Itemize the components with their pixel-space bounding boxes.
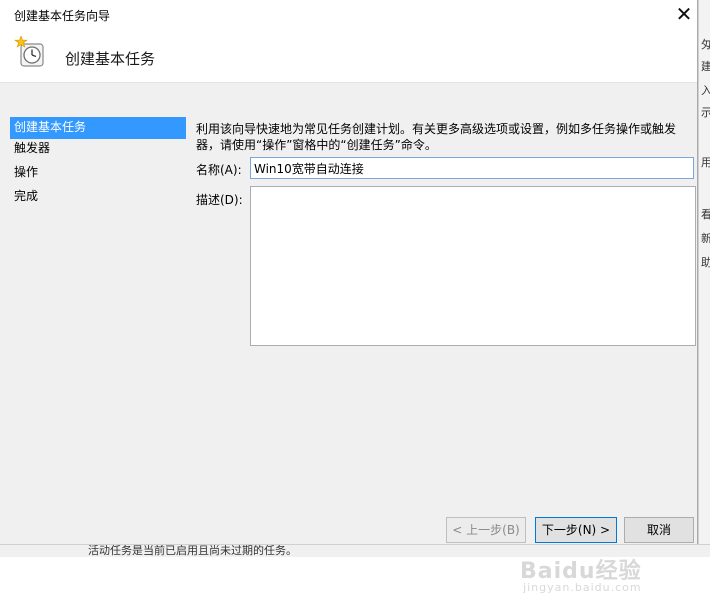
wizard-intro: 利用该向导快速地为常见任务创建计划。有关更多高级选项或设置，例如多任务操作或触发… bbox=[196, 121, 696, 153]
bg-fragment: 助 bbox=[701, 254, 710, 270]
task-clock-icon bbox=[14, 36, 44, 67]
baidu-watermark: Baidu经验 jingyan.baidu.com bbox=[520, 553, 642, 594]
bg-fragment: 匁 bbox=[701, 36, 710, 52]
wizard-content: 创建基本任务 触发器 操作 完成 利用该向导快速地为常见任务创建计划。有关更多高… bbox=[0, 82, 697, 594]
steps-pane: 创建基本任务 触发器 操作 完成 bbox=[0, 83, 186, 544]
cancel-button[interactable]: 取消 bbox=[624, 517, 694, 543]
close-icon[interactable]: ✕ bbox=[672, 3, 696, 27]
background-window-edge: 匁 建 入 示 用 看 新 助 bbox=[698, 0, 710, 556]
name-input[interactable] bbox=[250, 157, 694, 179]
bg-bottom-text: 活动任务是当前已启用且尚未过期的任务。 bbox=[88, 544, 297, 557]
title-bar[interactable]: 创建基本任务向导 ✕ bbox=[0, 0, 697, 30]
wizard-heading: 创建基本任务 bbox=[65, 50, 156, 68]
step-finish[interactable]: 完成 bbox=[10, 187, 186, 211]
watermark-subtext: jingyan.baidu.com bbox=[523, 581, 642, 594]
step-action[interactable]: 操作 bbox=[10, 163, 186, 187]
create-basic-task-wizard: 创建基本任务向导 ✕ 创建基本任务 创建基本任务 触发器 操作 完成 利用该向导… bbox=[0, 0, 698, 594]
description-label: 描述(D): bbox=[196, 193, 243, 207]
bg-fragment: 用 bbox=[701, 154, 710, 170]
bg-fragment: 看 bbox=[701, 206, 710, 222]
description-input[interactable] bbox=[250, 186, 696, 346]
bg-fragment: 建 bbox=[701, 58, 710, 74]
next-button[interactable]: 下一步(N) > bbox=[535, 517, 617, 543]
steps-list: 创建基本任务 触发器 操作 完成 bbox=[10, 117, 186, 211]
bg-fragment: 示 bbox=[701, 104, 710, 120]
intro-line-2: 器，请使用“操作”窗格中的“创建任务”命令。 bbox=[196, 138, 437, 152]
back-button[interactable]: < 上一步(B) bbox=[446, 517, 526, 543]
wizard-header: 创建基本任务 bbox=[0, 30, 697, 82]
step-trigger[interactable]: 触发器 bbox=[10, 139, 186, 163]
step-create-basic-task[interactable]: 创建基本任务 bbox=[10, 117, 186, 139]
name-label: 名称(A): bbox=[196, 163, 242, 177]
intro-line-1: 利用该向导快速地为常见任务创建计划。有关更多高级选项或设置，例如多任务操作或触发 bbox=[196, 122, 677, 136]
window-title: 创建基本任务向导 bbox=[14, 9, 111, 23]
bg-fragment: 入 bbox=[701, 82, 710, 98]
bg-fragment: 新 bbox=[701, 230, 710, 246]
